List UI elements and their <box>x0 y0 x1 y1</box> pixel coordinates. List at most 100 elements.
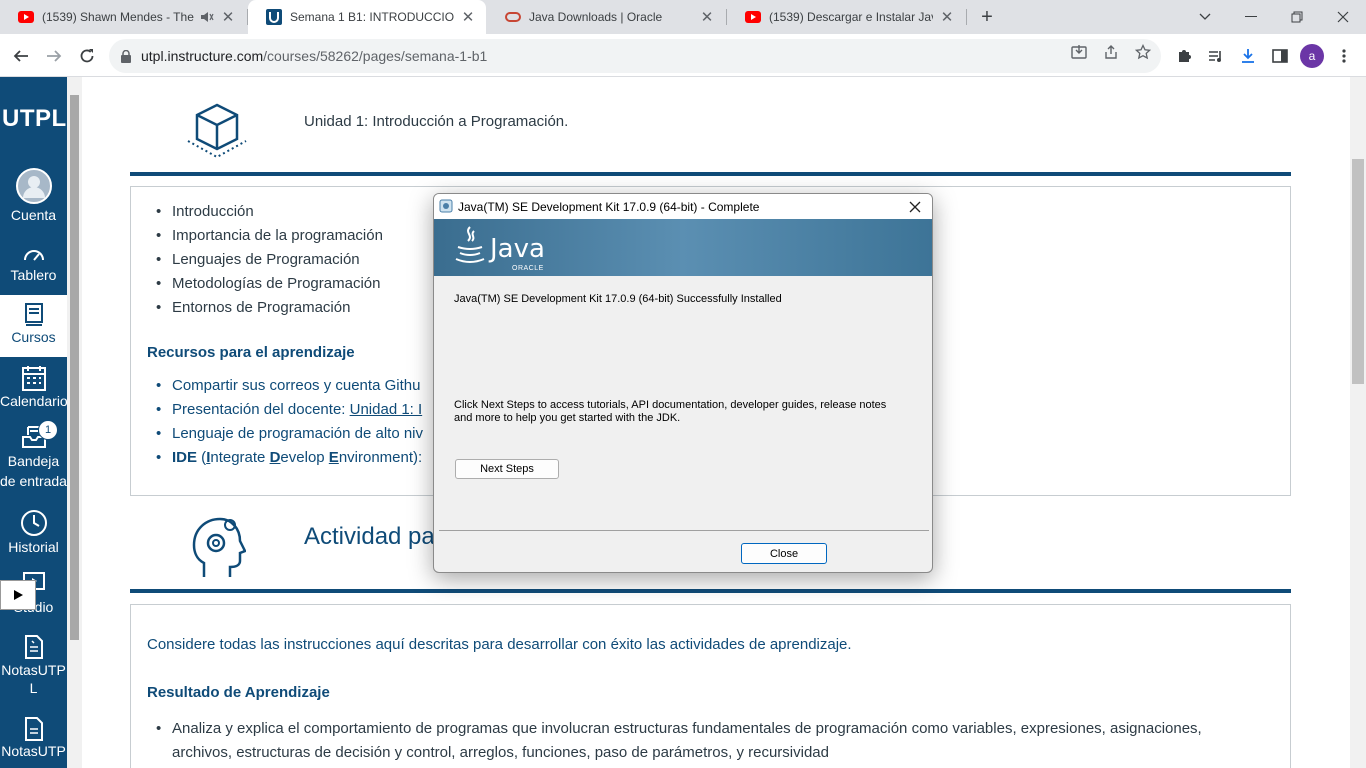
window-close-button[interactable] <box>1320 0 1366 34</box>
tab-youtube-shawn[interactable]: (1539) Shawn Mendes - The ✕ <box>0 0 246 34</box>
nav-notasutp[interactable]: NotasUTP <box>0 717 67 759</box>
nav-historial[interactable]: Historial <box>0 509 67 555</box>
dialog-close-icon[interactable] <box>904 196 926 218</box>
item-text: evelop <box>280 449 329 466</box>
profile-avatar[interactable]: a <box>1300 44 1324 68</box>
share-icon[interactable] <box>1102 43 1120 61</box>
notes-icon <box>0 717 67 741</box>
list-item: Presentación del docente: Unidad 1: I <box>156 401 423 425</box>
resources-list: Compartir sus correos y cuenta Githu Pre… <box>156 377 423 473</box>
java-logo-text: Java <box>490 234 545 264</box>
nav-label: Tablero <box>10 267 57 283</box>
list-item: Lenguajes de Programación <box>156 251 383 275</box>
result-list: Analiza y explica el comportamiento de p… <box>156 720 1202 768</box>
dialog-titlebar[interactable]: Java(TM) SE Development Kit 17.0.9 (64-b… <box>434 194 932 219</box>
list-item: Introducción <box>156 203 383 227</box>
url-host: utpl.instructure.com <box>141 48 264 64</box>
nav-label: Bandeja <box>7 453 60 469</box>
utpl-logo[interactable]: UTPL <box>2 105 67 133</box>
nav-cursos[interactable]: Cursos <box>0 295 67 357</box>
nav-cuenta[interactable]: Cuenta <box>0 167 67 223</box>
dialog-separator <box>439 530 929 531</box>
list-item: IDE (Integrate Develop Environment): <box>156 449 423 473</box>
nav-label: Cursos <box>11 329 56 345</box>
installer-icon <box>439 199 453 213</box>
tab-strip: (1539) Shawn Mendes - The ✕ Semana 1 B1:… <box>0 0 1366 34</box>
minimize-button[interactable] <box>1228 0 1274 34</box>
nav-label: L <box>29 680 38 696</box>
nav-calendario[interactable]: Calendario <box>0 365 67 409</box>
next-steps-button[interactable]: Next Steps <box>455 459 559 479</box>
close-tab-icon[interactable]: ✕ <box>699 8 715 26</box>
notes-icon <box>0 635 67 659</box>
forward-button[interactable] <box>40 42 68 70</box>
nav-scrollbar-thumb[interactable] <box>70 95 79 640</box>
list-item: Compartir sus correos y cuenta Githu <box>156 377 423 401</box>
resources-title: Recursos para el aprendizaje <box>147 344 355 361</box>
youtube-icon <box>18 9 34 25</box>
nav-label: Calendario <box>0 393 67 409</box>
dialog-title: Java(TM) SE Development Kit 17.0.9 (64-b… <box>458 199 760 214</box>
url-path: /courses/58262/pages/semana-1-b1 <box>263 48 488 64</box>
tab-title: (1539) Shawn Mendes - The <box>42 10 194 24</box>
tab-title: Semana 1 B1: INTRODUCCION A <box>290 10 454 24</box>
list-item: Analiza y explica el comportamiento de p… <box>156 720 1202 744</box>
close-tab-icon[interactable]: ✕ <box>460 8 476 26</box>
media-queue-icon[interactable] <box>1206 46 1226 66</box>
tab-search-icon[interactable] <box>1182 0 1228 34</box>
close-button[interactable]: Close <box>741 543 827 564</box>
back-button[interactable] <box>7 42 35 70</box>
list-item: Importancia de la programación <box>156 227 383 251</box>
list-item: Metodologías de Programación <box>156 275 383 299</box>
tab-oracle-java[interactable]: Java Downloads | Oracle ✕ <box>487 0 725 34</box>
extensions-puzzle-icon[interactable] <box>1174 46 1194 66</box>
chrome-menu-icon[interactable] <box>1334 46 1354 66</box>
speaker-icon[interactable] <box>200 11 214 23</box>
item-text: ntegrate <box>210 449 270 466</box>
address-bar[interactable]: utpl.instructure.com/courses/58262/pages… <box>109 39 1161 73</box>
global-nav: UTPL Cuenta Tablero Cursos Calendario Ba… <box>0 77 67 768</box>
list-item: Entornos de Programación <box>156 299 383 323</box>
page-scrollbar[interactable] <box>1350 77 1366 768</box>
nav-label: Historial <box>8 539 59 555</box>
list-item-continuation: archivos, estructuras de decisión y cont… <box>172 744 829 761</box>
account-avatar-icon <box>0 167 67 205</box>
section-divider <box>130 172 1291 176</box>
reload-button[interactable] <box>73 42 101 70</box>
install-app-icon[interactable] <box>1070 43 1088 61</box>
tab-title: Java Downloads | Oracle <box>529 10 663 24</box>
item-text: E <box>328 449 339 466</box>
nav-label: NotasUTP <box>1 743 66 759</box>
downloads-icon[interactable] <box>1238 46 1258 66</box>
unit-title: Unidad 1: Introducción a Programación. <box>304 113 569 130</box>
next-steps-message: Click Next Steps to access tutorials, AP… <box>454 399 886 425</box>
side-panel-icon[interactable] <box>1270 46 1290 66</box>
head-gear-icon <box>190 515 247 586</box>
tab-youtube-java[interactable]: (1539) Descargar e Instalar Java ✕ <box>727 0 965 34</box>
nav-label: NotasUTP <box>1 662 66 678</box>
nav-bandeja[interactable]: Bandeja de entrada <box>0 425 67 491</box>
oracle-icon <box>505 9 521 25</box>
close-tab-icon[interactable]: ✕ <box>220 8 236 26</box>
nav-notasutpl[interactable]: NotasUTP L <box>0 635 67 697</box>
media-play-button[interactable] <box>0 580 36 610</box>
result-title: Resultado de Aprendizaje <box>147 684 330 701</box>
restore-button[interactable] <box>1274 0 1320 34</box>
new-tab-button[interactable]: + <box>976 6 998 28</box>
canvas-u-icon <box>266 9 282 25</box>
browser-toolbar: utpl.instructure.com/courses/58262/pages… <box>0 34 1366 77</box>
next-steps-line: Click Next Steps to access tutorials, AP… <box>454 399 887 411</box>
activity-title: Actividad pa <box>304 523 435 550</box>
nav-scrollbar[interactable] <box>67 77 82 768</box>
oracle-logo-text: ORACLE <box>512 265 544 272</box>
page-scrollbar-thumb[interactable] <box>1352 159 1364 384</box>
close-tab-icon[interactable]: ✕ <box>939 8 955 26</box>
tab-canvas-semana[interactable]: Semana 1 B1: INTRODUCCION A ✕ <box>248 0 486 34</box>
unit-1-link[interactable]: Unidad 1: I <box>350 401 423 418</box>
lock-icon[interactable] <box>121 49 131 63</box>
item-text: ( <box>197 449 207 466</box>
bookmark-star-icon[interactable] <box>1134 43 1152 61</box>
nav-label: de entrada <box>0 473 67 489</box>
inbox-unread-badge: 1 <box>38 420 58 440</box>
nav-tablero[interactable]: Tablero <box>0 243 67 283</box>
